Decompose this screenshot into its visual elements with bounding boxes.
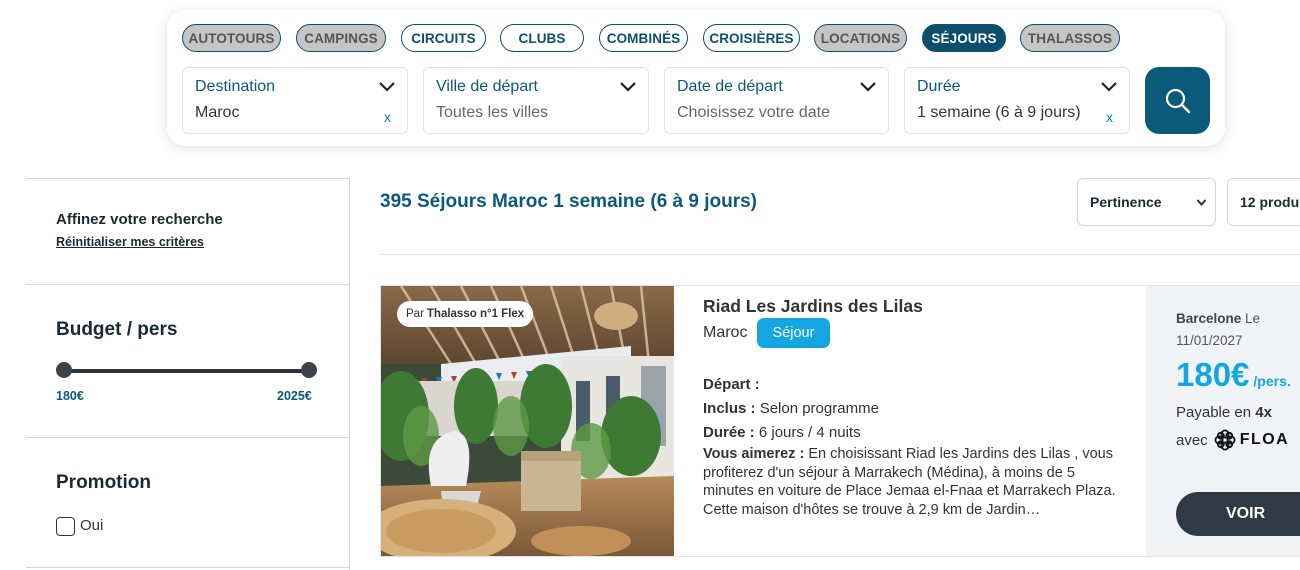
departure-date: 11/01/2027 <box>1176 333 1243 348</box>
partner-badge-brand: Thalasso n°1 Flex <box>426 308 525 320</box>
inclus-value: Selon programme <box>759 400 879 417</box>
payable-prefix: Payable en <box>1176 404 1252 421</box>
depart-label: Départ : <box>703 376 760 393</box>
duration-clear-button[interactable]: x <box>1106 109 1113 125</box>
floa-logo: FLOA <box>1214 429 1290 451</box>
sidebar-divider <box>26 284 350 285</box>
departure-date-prefix: Le <box>1245 311 1261 326</box>
promotion-heading: Promotion <box>56 472 151 493</box>
voir-button[interactable]: VOIR <box>1176 492 1300 536</box>
price-unit: /pers. <box>1253 373 1291 389</box>
per-page-select[interactable]: 12 produits <box>1227 178 1300 226</box>
departure-city-label: Ville de départ <box>436 78 538 95</box>
floa-flower-icon <box>1214 429 1236 451</box>
depart-line: Départ : <box>703 376 760 393</box>
destination-value: Maroc <box>195 104 240 121</box>
chevron-down-icon <box>1196 199 1207 206</box>
sidebar-divider <box>26 437 350 438</box>
sort-select[interactable]: Pertinence <box>1077 178 1216 226</box>
chip-autotours[interactable]: AUTOTOURS <box>182 24 281 52</box>
chip-croisieres[interactable]: CROISIÈRES <box>703 24 800 52</box>
promotion-checkbox[interactable] <box>56 517 75 536</box>
floa-wordmark: FLOA <box>1239 431 1290 448</box>
hotel-name[interactable]: Riad Les Jardins des Lilas <box>703 296 923 317</box>
results-divider <box>380 254 1300 255</box>
reset-criteria-link[interactable]: Réinitialiser mes critères <box>56 235 204 249</box>
chip-campings[interactable]: CAMPINGS <box>296 24 386 52</box>
budget-min-label: 180€ <box>56 389 84 403</box>
sidebar-top-divider <box>26 178 350 179</box>
partner-badge-prefix: Par <box>406 308 424 320</box>
chip-combines[interactable]: COMBINÉS <box>599 24 688 52</box>
duration-field[interactable]: Durée 1 semaine (6 à 9 jours) x <box>904 67 1130 134</box>
duration-value: 1 semaine (6 à 9 jours) <box>917 104 1081 121</box>
budget-max-label: 2025€ <box>277 389 312 403</box>
payable-info: Payable en 4x <box>1176 404 1272 421</box>
hotel-photo[interactable]: Par Thalasso n°1 Flex <box>381 286 674 556</box>
inclus-line: Inclus : Selon programme <box>703 400 879 417</box>
departure-info: Barcelone Le 11/01/2027 <box>1176 308 1300 352</box>
departure-city-value: Toutes les villes <box>436 104 549 121</box>
chip-thalassos[interactable]: THALASSOS <box>1020 24 1120 52</box>
price-panel: Barcelone Le 11/01/2027 180€/pers. Payab… <box>1146 286 1300 556</box>
chevron-down-icon <box>379 82 395 92</box>
avec-text: avec <box>1176 431 1208 449</box>
sort-select-value: Pertinence <box>1090 194 1162 210</box>
duree-label: Durée : <box>703 424 755 441</box>
duree-line: Durée : 6 jours / 4 nuits <box>703 424 861 441</box>
duration-label: Durée <box>917 78 961 95</box>
results-title: 395 Séjours Maroc 1 semaine (6 à 9 jours… <box>380 191 758 212</box>
destination-clear-button[interactable]: x <box>384 109 391 125</box>
chevron-down-icon <box>1101 82 1117 92</box>
destination-label: Destination <box>195 78 276 95</box>
departure-date-field[interactable]: Date de départ Choisissez votre date <box>664 67 889 134</box>
search-panel: AUTOTOURS CAMPINGS CIRCUITS CLUBS COMBIN… <box>167 10 1225 146</box>
chip-circuits[interactable]: CIRCUITS <box>401 24 486 52</box>
chevron-down-icon <box>860 82 876 92</box>
aimerez-label: Vous aimerez : <box>703 446 805 462</box>
price: 180€/pers. <box>1176 356 1291 394</box>
budget-heading: Budget / pers <box>56 319 178 340</box>
payable-times: 4x <box>1255 404 1272 421</box>
product-type-badge: Séjour <box>757 318 830 348</box>
departure-date-label: Date de départ <box>677 78 783 95</box>
departure-city: Barcelone <box>1176 311 1242 326</box>
departure-date-value: Choisissez votre date <box>677 104 830 121</box>
search-button[interactable] <box>1145 67 1210 134</box>
refine-title: Affinez votre recherche <box>56 211 223 228</box>
budget-slider-min-handle[interactable] <box>56 362 72 378</box>
per-page-select-value: 12 produits <box>1240 194 1300 210</box>
budget-slider-max-handle[interactable] <box>301 362 317 378</box>
filters-sidebar: Affinez votre recherche Réinitialiser me… <box>26 178 350 570</box>
duree-value: 6 jours / 4 nuits <box>758 424 861 441</box>
product-card: Par Thalasso n°1 Flex Riad Les Jardins d… <box>380 285 1300 557</box>
inclus-label: Inclus : <box>703 400 756 417</box>
destination-field[interactable]: Destination Maroc x <box>182 67 408 134</box>
search-icon <box>1165 88 1190 113</box>
promotion-checkbox-label[interactable]: Oui <box>80 517 103 534</box>
partner-badge: Par Thalasso n°1 Flex <box>397 301 534 327</box>
chip-sejours[interactable]: SÉJOURS <box>922 24 1006 52</box>
price-amount: 180€ <box>1176 356 1250 393</box>
chip-locations[interactable]: LOCATIONS <box>814 24 907 52</box>
chip-clubs[interactable]: CLUBS <box>500 24 584 52</box>
payment-partner: avec FLOA <box>1176 429 1289 451</box>
hotel-country: Maroc <box>703 324 748 341</box>
sidebar-divider <box>26 567 350 568</box>
chevron-down-icon <box>620 82 636 92</box>
budget-slider-track[interactable] <box>63 369 310 373</box>
departure-city-field[interactable]: Ville de départ Toutes les villes <box>423 67 649 134</box>
hotel-description: Vous aimerez : En choisissant Riad les J… <box>703 445 1123 519</box>
